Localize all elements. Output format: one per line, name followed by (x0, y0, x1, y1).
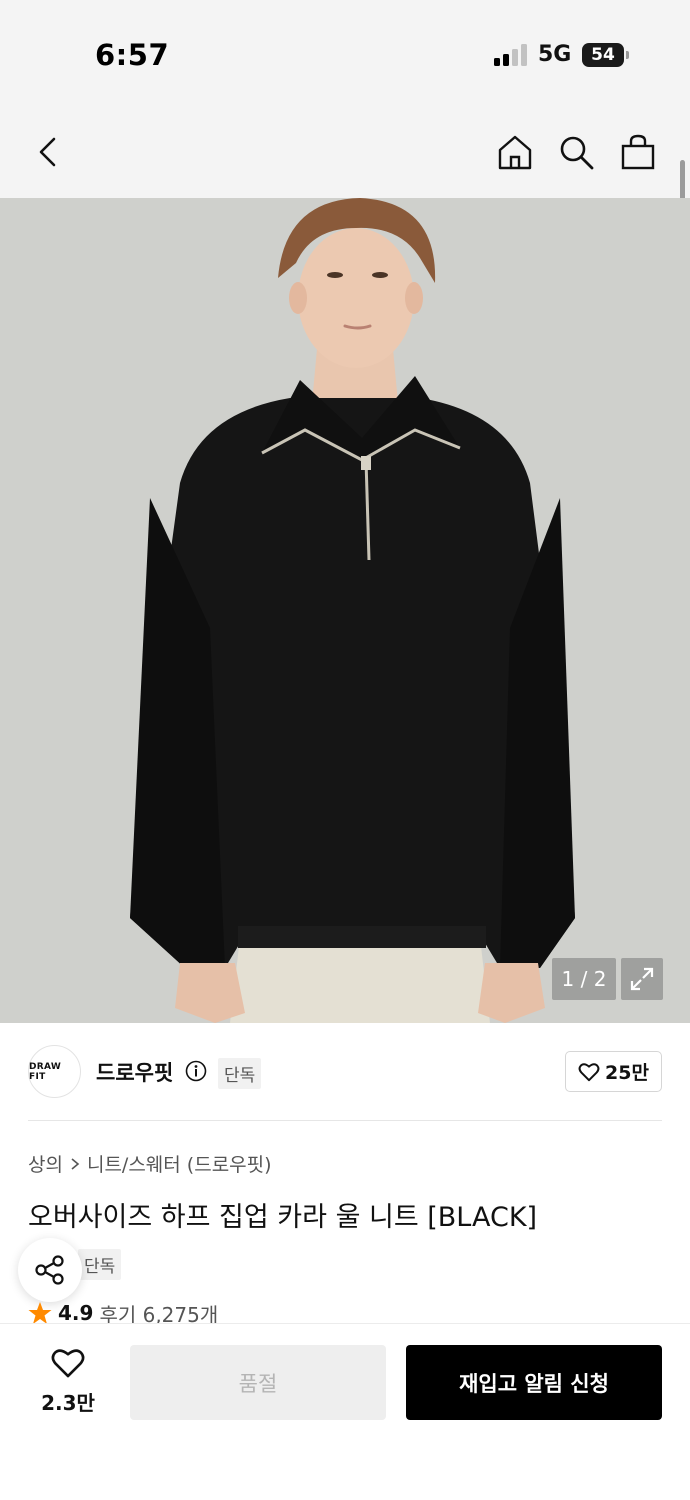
brand-like-count: 25만 (605, 1062, 649, 1084)
breadcrumb: 상의 니트/스웨터 (드로우핏) (28, 1150, 272, 1177)
brand-name[interactable]: 드로우핏 (96, 1057, 173, 1087)
review-count[interactable]: 후기 6,275개 (99, 1302, 218, 1325)
gallery-pager: 1 / 2 (552, 958, 616, 1000)
divider (28, 1120, 662, 1121)
share-button[interactable] (18, 1238, 82, 1302)
status-bar: 6:57 5G 54 (0, 0, 690, 110)
brand-like-button[interactable]: 25만 (565, 1051, 662, 1092)
rating-summary[interactable]: 4.9 후기 6,275개 (28, 1302, 218, 1324)
wishlist-button[interactable]: 2.3만 (28, 1347, 108, 1416)
share-icon (35, 1255, 64, 1285)
exclusive-badge: 단독 (218, 1058, 262, 1089)
star-icon (28, 1302, 52, 1324)
network-label: 5G (538, 42, 572, 67)
rating-score: 4.9 (58, 1302, 94, 1324)
back-icon[interactable] (26, 130, 70, 174)
battery-icon: 54 (582, 43, 624, 67)
wishlist-count: 2.3만 (41, 1391, 95, 1415)
brand-logo[interactable]: DRAW FIT (28, 1045, 81, 1098)
restock-alert-button[interactable]: 재입고 알림 신청 (406, 1345, 662, 1420)
product-exclusive-badge: 단독 (78, 1249, 122, 1280)
shopping-bag-icon[interactable] (616, 130, 660, 174)
battery-cap (626, 51, 629, 59)
heart-icon (51, 1349, 85, 1378)
status-time: 6:57 (95, 38, 170, 72)
product-image-gallery[interactable] (0, 198, 690, 1023)
product-photo (0, 198, 690, 1023)
home-icon[interactable] (493, 130, 537, 174)
signal-icon (494, 44, 528, 66)
breadcrumb-item-top[interactable]: 상의 (28, 1150, 63, 1177)
soldout-button: 품절 (130, 1345, 386, 1420)
top-nav-bar (0, 110, 690, 198)
search-icon[interactable] (554, 130, 598, 174)
expand-icon[interactable] (621, 958, 663, 1000)
chevron-right-icon (71, 1157, 80, 1170)
heart-icon (578, 1062, 600, 1081)
info-icon[interactable] (185, 1060, 207, 1082)
product-title: 오버사이즈 하프 집업 카라 울 니트 [BLACK] (28, 1202, 538, 1233)
breadcrumb-item-category[interactable]: 니트/스웨터 (드로우핏) (87, 1150, 272, 1177)
